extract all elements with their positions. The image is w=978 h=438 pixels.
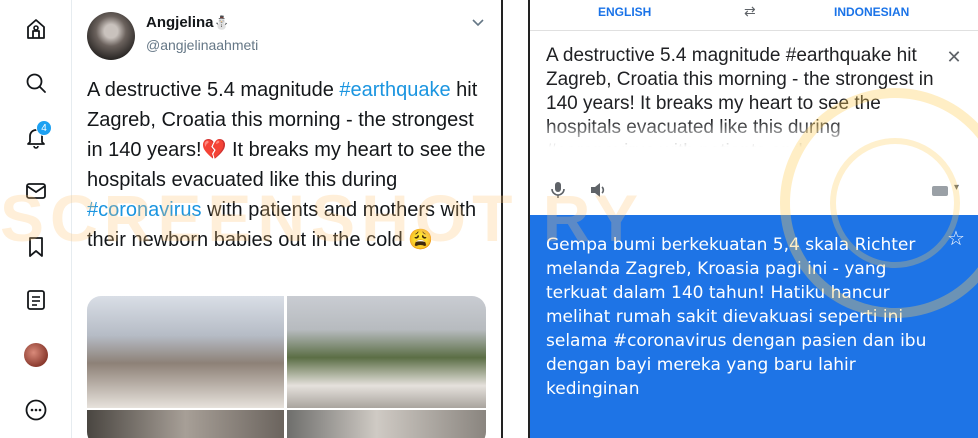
tweet-photo[interactable] xyxy=(287,410,486,438)
notification-badge: 4 xyxy=(36,120,52,136)
translation-output: Gempa bumi berkekuatan 5,4 skala Richter… xyxy=(530,215,978,438)
author-handle[interactable]: @angjelinaahmeti xyxy=(146,37,258,53)
messages-icon[interactable] xyxy=(22,177,50,205)
translate-panel: ENGLISH ⇄ INDONESIAN A destructive 5.4 m… xyxy=(528,0,978,438)
close-icon[interactable]: ✕ xyxy=(945,48,963,66)
hashtag-coronavirus[interactable]: #coronavirus xyxy=(87,199,202,221)
twitter-panel: 4 Angjelina⛄ @angjelinaahmeti A destruct… xyxy=(0,0,503,438)
speaker-icon[interactable] xyxy=(588,180,608,200)
keyboard-icon[interactable] xyxy=(932,186,948,196)
author-name-text[interactable]: Angjelina xyxy=(146,14,214,31)
profile-avatar[interactable] xyxy=(24,343,48,367)
home-icon[interactable] xyxy=(22,15,50,43)
twitter-nav: 4 xyxy=(0,0,70,438)
microphone-icon[interactable] xyxy=(548,180,568,200)
tweet-photo[interactable] xyxy=(87,296,284,408)
source-text-fade xyxy=(530,120,950,154)
chevron-down-icon[interactable] xyxy=(470,14,486,30)
tweet-text: A destructive 5.4 magnitude #earthquake … xyxy=(87,75,487,255)
panel-gap xyxy=(503,0,528,438)
broken-heart-emoji: 💔 xyxy=(201,139,227,161)
swap-languages-icon[interactable]: ⇄ xyxy=(744,3,764,19)
author-name[interactable]: Angjelina⛄ xyxy=(146,14,230,31)
chevron-down-icon[interactable]: ▾ xyxy=(954,182,966,194)
tweet-text-part: A destructive 5.4 magnitude xyxy=(87,79,340,101)
tweet[interactable]: Angjelina⛄ @angjelinaahmeti A destructiv… xyxy=(72,0,501,438)
lists-icon[interactable] xyxy=(22,286,50,314)
snowman-emoji: ⛄ xyxy=(213,15,230,30)
tweet-media-grid[interactable] xyxy=(87,296,486,438)
star-icon[interactable]: ☆ xyxy=(947,229,967,249)
explore-icon[interactable] xyxy=(22,69,50,97)
hashtag-earthquake[interactable]: #earthquake xyxy=(339,79,450,101)
weary-face-emoji: 😩 xyxy=(408,229,434,251)
translated-text: Gempa bumi berkekuatan 5,4 skala Richter… xyxy=(546,235,927,399)
tweet-photo[interactable] xyxy=(87,410,284,438)
language-bar-divider xyxy=(530,30,978,31)
target-language-button[interactable]: INDONESIAN xyxy=(834,5,909,19)
tweet-photo[interactable] xyxy=(287,296,486,408)
language-bar: ENGLISH ⇄ INDONESIAN xyxy=(530,0,978,28)
source-language-button[interactable]: ENGLISH xyxy=(598,5,651,19)
more-icon[interactable] xyxy=(22,396,50,424)
bookmarks-icon[interactable] xyxy=(22,233,50,261)
author-avatar[interactable] xyxy=(87,12,135,60)
